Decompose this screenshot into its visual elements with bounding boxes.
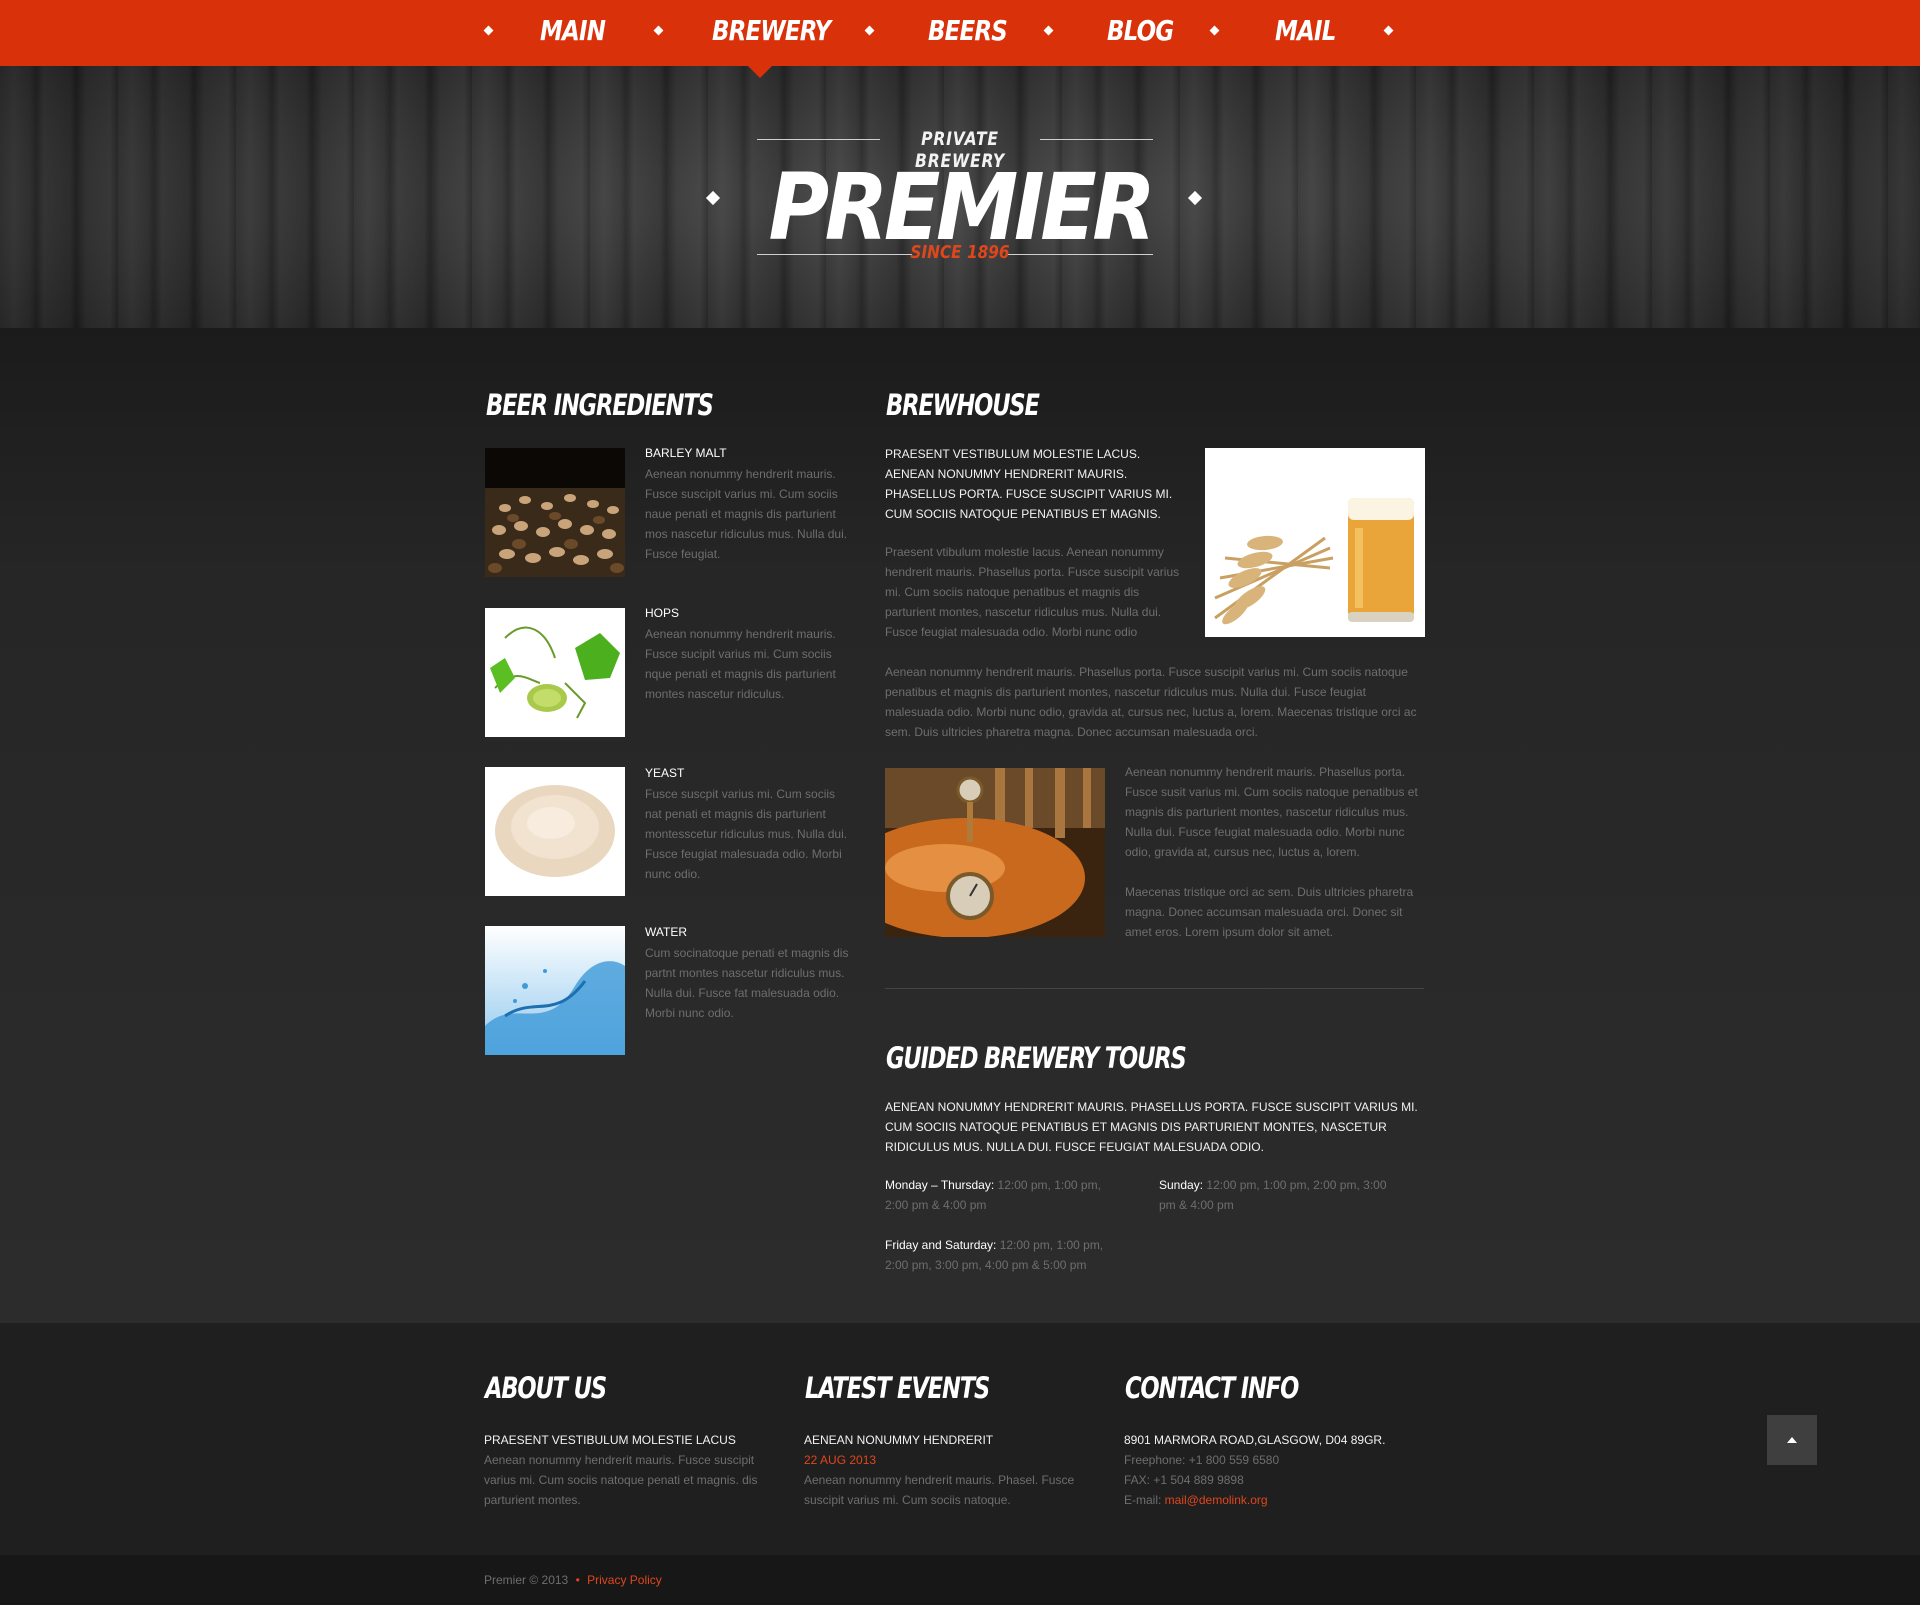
page: MAIN BREWERY BEERS BLOG MAIL PRIVATE BRE… <box>0 0 1920 1605</box>
contact-freephone: Freephone: +1 800 559 6580 <box>1124 1453 1280 1467</box>
separator-dot: • <box>575 1573 580 1587</box>
ingredients-heading: BEER INGREDIENTS <box>486 388 714 422</box>
brewery-kettle-image <box>885 768 1105 937</box>
top-nav: MAIN BREWERY BEERS BLOG MAIL <box>0 0 1920 66</box>
brewhouse-paragraph: Praesent vtibulum molestie lacus. Aenean… <box>885 545 1180 639</box>
footer-event-text: Aenean nonummy hendrerit mauris. Phasel.… <box>804 1473 1075 1507</box>
brand-rule <box>1008 254 1153 255</box>
brewhouse-lead: PRAESENT VESTIBULUM MOLESTIE LACUS. AENE… <box>885 447 1173 521</box>
tour-schedule: Sunday: 12:00 pm, 1:00 pm, 2:00 pm, 3:00… <box>1159 1175 1399 1215</box>
tour-schedule: Friday and Saturday: 12:00 pm, 1:00 pm, … <box>885 1235 1125 1275</box>
nav-item-brewery[interactable]: BREWERY <box>712 0 831 66</box>
nav-item-blog[interactable]: BLOG <box>1107 0 1174 66</box>
brand-rule <box>1040 139 1153 140</box>
contact-email-row: E-mail: mail@demolink.org <box>1124 1490 1444 1510</box>
nav-separator-icon <box>1383 25 1394 36</box>
nav-separator-icon <box>864 25 875 36</box>
privacy-policy-link[interactable]: Privacy Policy <box>587 1573 662 1587</box>
ingredient-title: WATER <box>645 925 687 939</box>
ingredient-text: Fusce suscpit varius mi. Cum sociis nat … <box>645 787 848 881</box>
contact-fax: FAX: +1 504 889 9898 <box>1124 1473 1244 1487</box>
contact-email-label: E-mail: <box>1124 1493 1165 1507</box>
contact-address: 8901 MARMORA ROAD,GLASGOW, D04 89GR. <box>1124 1433 1386 1447</box>
ingredient-title: YEAST <box>645 766 685 780</box>
brand-since: SINCE 1896 <box>910 242 1010 263</box>
ingredient-text: Aenean nonummy hendrerit mauris. Fusce s… <box>645 627 836 701</box>
tours-lead: AENEAN NONUMMY HENDRERIT MAURIS. PHASELL… <box>885 1100 1418 1154</box>
tour-schedule: Monday – Thursday: 12:00 pm, 1:00 pm, 2:… <box>885 1175 1115 1215</box>
ingredient-text: Aenean nonummy hendrerit mauris. Fusce s… <box>645 467 848 561</box>
tour-day: Sunday: <box>1159 1178 1204 1192</box>
back-to-top-button[interactable] <box>1767 1415 1817 1465</box>
footer-about-text: Aenean nonummy hendrerit mauris. Fusce s… <box>484 1453 758 1507</box>
barley-malt-image <box>485 448 625 577</box>
wheat-beer-image <box>1205 448 1425 637</box>
brewhouse-paragraph: Maecenas tristique orci ac sem. Duis ult… <box>1125 885 1414 939</box>
brand-rule <box>757 139 880 140</box>
ingredient-title: BARLEY MALT <box>645 446 727 460</box>
contact-email-link[interactable]: mail@demolink.org <box>1165 1493 1268 1507</box>
copyright-text: Premier © 2013 <box>484 1573 569 1587</box>
footer: ABOUT US PRAESENT VESTIBULUM MOLESTIE LA… <box>0 1323 1920 1555</box>
main-content: BEER INGREDIENTS BARLEY MALT Aenean nonu… <box>0 328 1920 1323</box>
footer-event-date: 22 AUG 2013 <box>804 1453 877 1467</box>
section-divider <box>885 988 1424 989</box>
brewhouse-heading: BREWHOUSE <box>886 388 1040 422</box>
ingredient-title: HOPS <box>645 606 680 620</box>
nav-item-mail[interactable]: MAIL <box>1275 0 1336 66</box>
nav-separator-icon <box>1209 25 1220 36</box>
nav-item-main[interactable]: MAIN <box>540 0 606 66</box>
brewhouse-paragraph: Aenean nonummy hendrerit mauris. Phasell… <box>1125 765 1418 859</box>
copyright-row: Premier © 2013 • Privacy Policy <box>484 1570 662 1590</box>
footer-about-heading: ABOUT US <box>485 1371 607 1405</box>
nav-separator-icon <box>483 25 494 36</box>
brand-rule <box>757 254 912 255</box>
nav-item-beers[interactable]: BEERS <box>928 0 1008 66</box>
active-nav-indicator <box>748 66 772 78</box>
brewhouse-paragraph: Aenean nonummy hendrerit mauris. Phasell… <box>885 665 1417 739</box>
water-image <box>485 926 625 1055</box>
footer-contact-heading: CONTACT INFO <box>1125 1371 1299 1405</box>
footer-event-title[interactable]: AENEAN NONUMMY HENDRERIT <box>804 1430 1094 1450</box>
footer-about-title: PRAESENT VESTIBULUM MOLESTIE LACUS <box>484 1433 736 1447</box>
tour-day: Friday and Saturday: <box>885 1238 997 1252</box>
arrow-up-icon <box>1787 1437 1797 1443</box>
nav-separator-icon <box>1043 25 1054 36</box>
hops-image <box>485 608 625 737</box>
ingredient-text: Cum socinatoque penati et magnis dis par… <box>645 946 849 1020</box>
header-banner: PRIVATE BREWERY PREMIER SINCE 1896 <box>0 66 1920 328</box>
yeast-image <box>485 767 625 896</box>
footer-events-heading: LATEST EVENTS <box>805 1371 990 1405</box>
tour-day: Monday – Thursday: <box>885 1178 995 1192</box>
tours-heading: GUIDED BREWERY TOURS <box>886 1041 1187 1075</box>
bottom-bar: Premier © 2013 • Privacy Policy <box>0 1555 1920 1605</box>
nav-separator-icon <box>653 25 664 36</box>
